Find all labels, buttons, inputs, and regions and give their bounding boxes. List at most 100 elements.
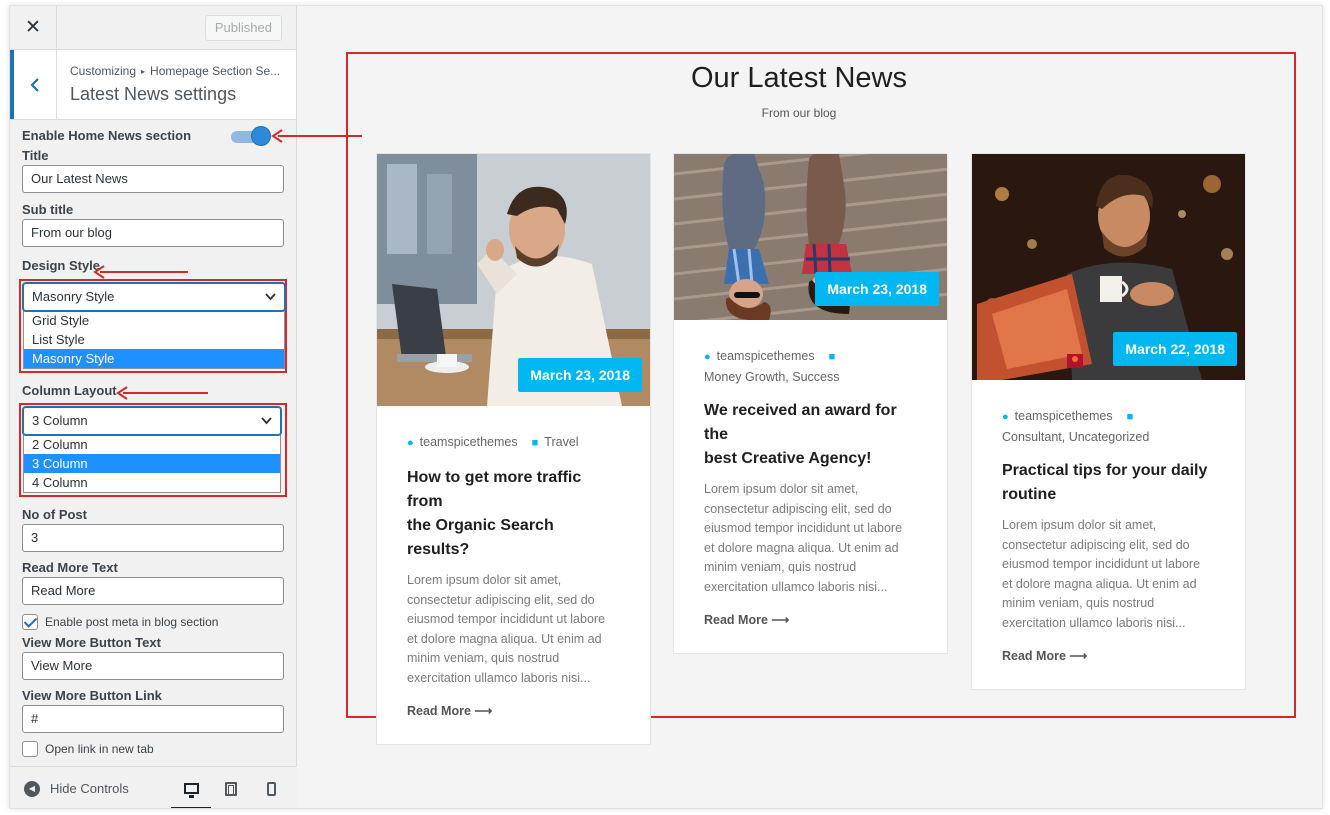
card-body: ● teamspicethemes ■ Travel How to get more … xyxy=(377,406,650,744)
post-meta-row: Enable post meta in blog section xyxy=(22,612,284,632)
post-excerpt: Lorem ipsum dolor sit amet, consectetur … xyxy=(704,480,917,598)
mobile-preview-button[interactable] xyxy=(251,767,291,809)
post-image[interactable]: March 22, 2018 xyxy=(972,154,1245,380)
site-preview: Our Latest News From our blog March 23, … xyxy=(298,6,1322,808)
card-body: ● teamspicethemes ■ Consultant, Uncategoriz… xyxy=(972,380,1245,689)
title-input[interactable]: Our Latest News xyxy=(22,165,284,193)
design-style-select[interactable]: Masonry Style xyxy=(23,283,285,311)
breadcrumb-separator: ▸ xyxy=(141,67,146,76)
post-categories[interactable]: Consultant, Uncategorized xyxy=(1002,430,1149,444)
column-layout-select[interactable]: 3 Column xyxy=(23,407,281,435)
news-card: March 23, 2018 ● teamspicethemes ■ Travel H… xyxy=(376,153,651,745)
column-layout-label: Column Layout xyxy=(22,383,117,398)
new-tab-label: Open link in new tab xyxy=(45,742,154,756)
read-more-link[interactable]: Read More ⟶ xyxy=(407,703,620,718)
section-title: Latest News settings xyxy=(70,84,237,104)
tablet-preview-button[interactable] xyxy=(211,767,251,809)
chevron-down-icon xyxy=(261,408,272,443)
excerpt-line: consectetur adipiscing elit, sed do xyxy=(407,592,595,607)
post-author[interactable]: teamspicethemes xyxy=(1015,409,1113,423)
desktop-preview-button[interactable] xyxy=(171,767,211,808)
enable-news-toggle[interactable] xyxy=(231,125,273,147)
read-more-input[interactable]: Read More xyxy=(22,577,284,605)
customizer-topbar: ✕ Published xyxy=(10,6,296,50)
excerpt-line: eiusmod tempor incididunt ut labore xyxy=(704,521,903,536)
excerpt-line: minim veniam, quis nostrud xyxy=(1002,596,1155,611)
excerpt-line: et dolore magna aliqua. Ut enim ad xyxy=(407,631,602,646)
breadcrumb-root: Customizing xyxy=(70,64,137,78)
excerpt-line: minim veniam, quis nostrud xyxy=(704,560,857,575)
post-title[interactable]: How to get more traffic from the Organic … xyxy=(407,466,620,562)
post-meta-checkbox[interactable] xyxy=(22,614,38,630)
enable-news-row: Enable Home News section xyxy=(22,125,284,147)
card-body: ● teamspicethemes ■ Money Growth, Success W… xyxy=(674,320,947,653)
post-title-line: best Creative Agency! xyxy=(704,450,872,467)
column-option-2[interactable]: 2 Column xyxy=(24,435,280,454)
design-option-list[interactable]: List Style xyxy=(24,330,284,349)
read-more-link[interactable]: Read More ⟶ xyxy=(1002,648,1215,663)
hide-controls-button[interactable]: ◀ Hide Controls xyxy=(10,780,129,797)
view-more-label: View More Button Text xyxy=(22,635,161,650)
close-customizer-button[interactable]: ✕ xyxy=(10,6,57,50)
user-icon: ● xyxy=(704,351,711,363)
post-title-line: We received an award for the xyxy=(704,402,897,443)
back-button[interactable] xyxy=(10,50,57,119)
news-heading: Our Latest News xyxy=(691,62,907,94)
excerpt-line: exercitation ullamco laboris nisi... xyxy=(1002,615,1186,630)
post-title-line: How to get more traffic from xyxy=(407,469,582,510)
posts-count-input[interactable]: 3 xyxy=(22,524,284,552)
enable-news-label: Enable Home News section xyxy=(22,128,192,143)
folder-icon: ■ xyxy=(828,351,836,363)
post-title-line: routine xyxy=(1002,486,1057,503)
news-card: March 23, 2018 ● teamspicethemes ■ Money Gr… xyxy=(673,153,948,654)
design-option-grid[interactable]: Grid Style xyxy=(24,311,284,330)
post-title-line: the Organic Search results? xyxy=(407,517,554,558)
column-layout-options: 2 Column 3 Column 4 Column xyxy=(23,435,281,493)
post-categories[interactable]: Travel xyxy=(544,435,578,449)
excerpt-line: exercitation ullamco laboris nisi... xyxy=(407,670,591,685)
excerpt-line: minim veniam, quis nostrud xyxy=(407,651,560,666)
post-date-badge: March 22, 2018 xyxy=(1113,332,1237,366)
post-author[interactable]: teamspicethemes xyxy=(420,435,518,449)
device-switcher xyxy=(171,767,291,809)
subtitle-label: Sub title xyxy=(22,202,74,217)
title-label: Title xyxy=(22,148,49,163)
published-button[interactable]: Published xyxy=(204,14,282,41)
excerpt-line: et dolore magna aliqua. Ut enim ad xyxy=(1002,576,1197,591)
post-title[interactable]: We received an award for the best Creativ… xyxy=(704,399,917,471)
read-more-link[interactable]: Read More ⟶ xyxy=(704,612,917,627)
excerpt-line: et dolore magna aliqua. Ut enim ad xyxy=(704,540,899,555)
design-style-value: Masonry Style xyxy=(32,289,115,304)
desktop-icon xyxy=(183,783,199,798)
excerpt-line: eiusmod tempor incididunt ut labore xyxy=(1002,557,1201,572)
design-style-highlight: Masonry Style Grid Style List Style Maso… xyxy=(19,279,287,373)
post-author[interactable]: teamspicethemes xyxy=(717,349,815,363)
chevron-left-icon xyxy=(30,77,39,92)
view-more-input[interactable]: View More xyxy=(22,652,284,680)
column-layout-value: 3 Column xyxy=(32,413,88,428)
breadcrumb-parent: Homepage Section Se... xyxy=(150,64,281,78)
new-tab-checkbox[interactable] xyxy=(22,741,38,757)
news-subheading: From our blog xyxy=(761,106,837,120)
excerpt-line: Lorem ipsum dolor sit amet, xyxy=(704,482,859,496)
excerpt-line: consectetur adipiscing elit, sed do xyxy=(1002,537,1190,552)
section-header: Customizing ▸ Homepage Section Se... Lates… xyxy=(10,50,296,120)
post-categories[interactable]: Money Growth, Success xyxy=(704,370,839,384)
controls-panel: Enable Home News section Title Our Lates… xyxy=(10,122,296,759)
customizer-window: ✕ Published Customizing ▸ Homepage Section… xyxy=(9,5,1323,809)
folder-icon: ■ xyxy=(1126,411,1134,423)
close-icon: ✕ xyxy=(25,17,41,38)
column-option-4[interactable]: 4 Column xyxy=(24,473,280,492)
column-option-3[interactable]: 3 Column xyxy=(24,454,280,473)
post-image[interactable]: March 23, 2018 xyxy=(377,154,650,406)
post-title[interactable]: Practical tips for your daily routine xyxy=(1002,459,1215,507)
view-more-link-input[interactable]: # xyxy=(22,705,284,733)
post-meta-label: Enable post meta in blog section xyxy=(45,615,219,629)
customizer-footer: ◀ Hide Controls xyxy=(10,766,297,809)
folder-icon: ■ xyxy=(531,437,539,449)
post-image[interactable]: March 23, 2018 xyxy=(674,154,947,320)
chevron-down-icon xyxy=(265,284,276,319)
design-option-masonry[interactable]: Masonry Style xyxy=(24,349,284,368)
collapse-icon: ◀ xyxy=(24,780,40,797)
subtitle-input[interactable]: From our blog xyxy=(22,219,284,247)
